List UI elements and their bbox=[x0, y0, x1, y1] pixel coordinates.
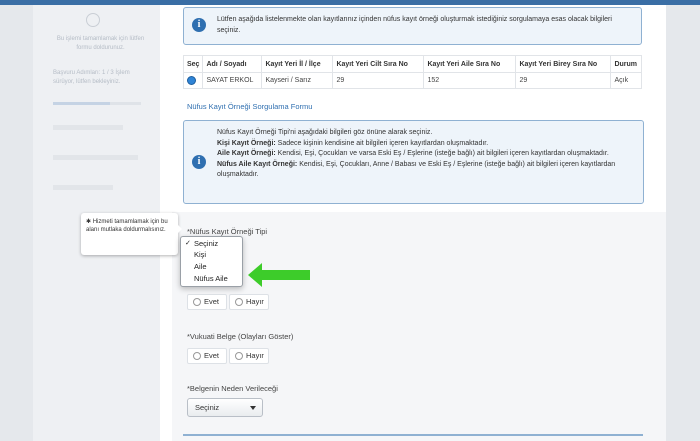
col-header: Kayıt Yeri Cilt Sıra No bbox=[332, 55, 425, 73]
option-label: Aile bbox=[194, 262, 207, 271]
info-nufus: Nüfus Aile Kayıt Örneği: Kendisi, Eşi, Ç… bbox=[217, 160, 627, 181]
radio-circle[interactable] bbox=[193, 298, 201, 306]
info-kisi-label: Kişi Kayıt Örneği: bbox=[217, 139, 276, 147]
info-aile-label: Aile Kayıt Örneği: bbox=[217, 150, 276, 157]
col-header: Durum bbox=[610, 55, 642, 73]
q1-dropdown-menu[interactable]: ✓ Seçiniz Kişi Aile Nüfus Aile bbox=[180, 236, 243, 287]
info-kisi-text: Sadece kişinin kendisine ait bilgileri i… bbox=[275, 139, 489, 147]
info-icon: i bbox=[192, 155, 206, 169]
tooltip-arrow bbox=[178, 225, 182, 233]
progress-bar bbox=[53, 102, 141, 105]
dropdown-option-kisi[interactable]: Kişi bbox=[181, 249, 242, 260]
info-intro: Nüfus Kayıt Örneği Tipi'ni aşağıdaki bil… bbox=[217, 129, 433, 136]
info-kisi: Kişi Kayıt Örneği: Sadece kişinin kendis… bbox=[217, 139, 627, 150]
radio-circle[interactable] bbox=[193, 352, 201, 360]
info-aile: Aile Kayıt Örneği: Kendisi, Eşi, Çocukla… bbox=[217, 149, 627, 160]
cell-cilt: 29 bbox=[332, 72, 425, 89]
table-header-row: Seç Adı / Soyadı Kayıt Yeri İl / İlçe Ka… bbox=[182, 55, 642, 73]
q2-evet-label: Evet bbox=[204, 297, 220, 306]
section-divider bbox=[183, 434, 643, 436]
notice-box: i Lütfen aşağıda listelenmekte olan kayı… bbox=[183, 7, 642, 45]
select-cell[interactable] bbox=[182, 72, 204, 89]
option-label: Nüfus Aile bbox=[194, 274, 228, 283]
notice-text: Lütfen aşağıda listelenmekte olan kayıtl… bbox=[217, 16, 612, 34]
table-row[interactable]: SAYAT ERKOL Kayseri / Sarız 29 152 29 Aç… bbox=[182, 72, 642, 89]
cell-name: SAYAT ERKOL bbox=[202, 72, 263, 89]
dropdown-option-seciniz[interactable]: ✓ Seçiniz bbox=[181, 238, 242, 249]
check-icon: ✓ bbox=[185, 240, 191, 247]
records-table: Seç Adı / Soyadı Kayıt Yeri İl / İlçe Ka… bbox=[182, 55, 642, 89]
info-icon: i bbox=[192, 18, 206, 32]
q3-hayir-label: Hayır bbox=[246, 351, 264, 360]
sidebar-help-text: Bu işlemi tamamlamak için lütfen formu d… bbox=[56, 36, 145, 51]
arrow-icon bbox=[248, 263, 310, 287]
q4-select[interactable]: Seçiniz bbox=[187, 398, 263, 417]
record-select-radio[interactable] bbox=[187, 76, 196, 85]
cell-aile: 152 bbox=[423, 72, 517, 89]
radio-circle[interactable] bbox=[235, 352, 243, 360]
type-info-box: i Nüfus Kayıt Örneği Tipi'ni aşağıdaki b… bbox=[183, 120, 644, 204]
cell-durum: Açık bbox=[610, 72, 642, 89]
col-header: Seç bbox=[182, 55, 204, 73]
form-title: Nüfus Kayıt Örneği Sorgulama Formu bbox=[187, 102, 313, 111]
dropdown-option-aile[interactable]: Aile bbox=[181, 261, 242, 272]
q1-label: *Nüfus Kayıt Örneği Tipi bbox=[187, 227, 268, 236]
cell-place: Kayseri / Sarız bbox=[261, 72, 334, 89]
q4-select-value: Seçiniz bbox=[195, 403, 220, 412]
question-area: *Nüfus Kayıt Örneği Tipi Evet Hayır *Vuk… bbox=[172, 212, 666, 441]
option-label: Kişi bbox=[194, 250, 207, 259]
q3-evet-option[interactable]: Evet bbox=[187, 348, 227, 364]
q3-hayir-option[interactable]: Hayır bbox=[229, 348, 269, 364]
dropdown-option-nufus-aile[interactable]: Nüfus Aile bbox=[181, 273, 242, 284]
option-label: Seçiniz bbox=[194, 239, 219, 248]
tooltip-text: ✱ Hizmeti tamamlamak için bu alanı mutla… bbox=[86, 219, 168, 233]
info-nufus-label: Nüfus Aile Kayıt Örneği: bbox=[217, 160, 298, 168]
sidebar-line bbox=[53, 155, 138, 160]
q3-label: *Vukuati Belge (Olayları Göster) bbox=[187, 332, 294, 341]
q2-hayir-option[interactable]: Hayır bbox=[229, 294, 269, 310]
col-header: Kayıt Yeri Aile Sıra No bbox=[423, 55, 517, 73]
required-tooltip: ✱ Hizmeti tamamlamak için bu alanı mutla… bbox=[81, 213, 182, 255]
col-header: Kayıt Yeri Birey Sıra No bbox=[515, 55, 612, 73]
radio-circle[interactable] bbox=[235, 298, 243, 306]
sidebar-progress-text: Başvuru Adımları: 1 / 3 İşlem sürüyor, l… bbox=[53, 70, 130, 85]
q3-evet-label: Evet bbox=[204, 351, 220, 360]
sidebar-line bbox=[53, 125, 123, 130]
sidebar-line bbox=[53, 185, 113, 190]
progress-fill bbox=[53, 102, 111, 105]
q2-evet-option[interactable]: Evet bbox=[187, 294, 227, 310]
clock-icon bbox=[86, 13, 100, 27]
col-header: Kayıt Yeri İl / İlçe bbox=[261, 55, 334, 73]
chevron-down-icon bbox=[250, 406, 256, 410]
q2-hayir-label: Hayır bbox=[246, 297, 264, 306]
main-content: i Lütfen aşağıda listelenmekte olan kayı… bbox=[160, 5, 666, 441]
info-aile-text: Kendisi, Eşi, Çocukları ve varsa Eski Eş… bbox=[275, 150, 609, 157]
type-info-text: Nüfus Kayıt Örneği Tipi'ni aşağıdaki bil… bbox=[217, 128, 627, 181]
cell-birey: 29 bbox=[515, 72, 612, 89]
q4-label: *Belgenin Neden Verileceği bbox=[187, 384, 278, 393]
col-header: Adı / Soyadı bbox=[202, 55, 263, 73]
